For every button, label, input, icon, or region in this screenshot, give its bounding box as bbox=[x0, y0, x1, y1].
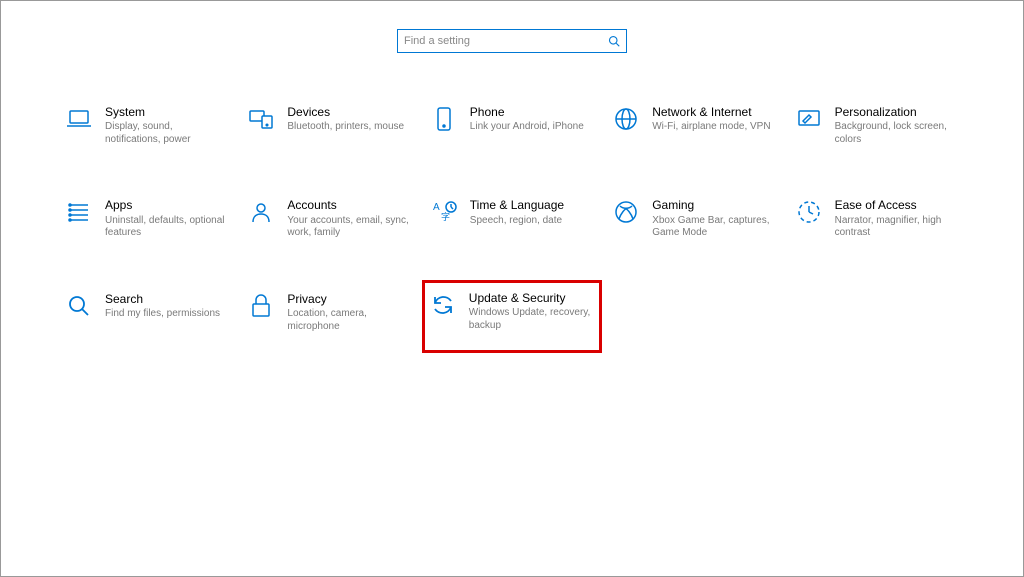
tile-desc: Xbox Game Bar, captures, Game Mode bbox=[652, 215, 776, 240]
tile-ease-of-access[interactable]: Ease of Access Narrator, magnifier, high… bbox=[791, 194, 963, 243]
tile-desc: Wi-Fi, airplane mode, VPN bbox=[652, 121, 776, 134]
tile-devices[interactable]: Devices Bluetooth, printers, mouse bbox=[243, 101, 415, 150]
tile-desc: Background, lock screen, colors bbox=[835, 121, 959, 146]
sync-icon bbox=[429, 291, 457, 319]
tile-desc: Narrator, magnifier, high contrast bbox=[835, 215, 959, 240]
search-input[interactable] bbox=[404, 35, 608, 47]
tile-title: Gaming bbox=[652, 198, 776, 212]
tile-title: Apps bbox=[105, 198, 229, 212]
tile-accounts[interactable]: Accounts Your accounts, email, sync, wor… bbox=[243, 194, 415, 243]
tile-update-security[interactable]: Update & Security Windows Update, recove… bbox=[422, 280, 602, 353]
tile-title: Time & Language bbox=[470, 198, 594, 212]
svg-text:A: A bbox=[433, 202, 440, 213]
tile-desc: Your accounts, email, sync, work, family bbox=[287, 215, 411, 240]
tile-desc: Windows Update, recovery, backup bbox=[469, 307, 595, 332]
magnifier-icon bbox=[65, 292, 93, 320]
tile-title: Phone bbox=[470, 105, 594, 119]
person-icon bbox=[247, 198, 275, 226]
tile-title: Devices bbox=[287, 105, 411, 119]
tile-title: System bbox=[105, 105, 229, 119]
tile-gaming[interactable]: Gaming Xbox Game Bar, captures, Game Mod… bbox=[608, 194, 780, 243]
tile-personalization[interactable]: Personalization Background, lock screen,… bbox=[791, 101, 963, 150]
tile-title: Update & Security bbox=[469, 291, 595, 305]
settings-grid: System Display, sound, notifications, po… bbox=[61, 101, 963, 337]
tile-phone[interactable]: Phone Link your Android, iPhone bbox=[426, 101, 598, 150]
tile-desc: Uninstall, defaults, optional features bbox=[105, 215, 229, 240]
time-language-icon: A 字 bbox=[430, 198, 458, 226]
laptop-icon bbox=[65, 105, 93, 133]
devices-icon bbox=[247, 105, 275, 133]
ease-icon bbox=[795, 198, 823, 226]
tile-title: Search bbox=[105, 292, 229, 306]
tile-title: Ease of Access bbox=[835, 198, 959, 212]
xbox-icon bbox=[612, 198, 640, 226]
tile-privacy[interactable]: Privacy Location, camera, microphone bbox=[243, 288, 415, 337]
tile-apps[interactable]: Apps Uninstall, defaults, optional featu… bbox=[61, 194, 233, 243]
tile-network[interactable]: Network & Internet Wi-Fi, airplane mode,… bbox=[608, 101, 780, 150]
lock-icon bbox=[247, 292, 275, 320]
tile-desc: Link your Android, iPhone bbox=[470, 121, 594, 134]
svg-text:字: 字 bbox=[441, 211, 450, 222]
tile-system[interactable]: System Display, sound, notifications, po… bbox=[61, 101, 233, 150]
tile-title: Accounts bbox=[287, 198, 411, 212]
tile-time-language[interactable]: A 字 Time & Language Speech, region, date bbox=[426, 194, 598, 243]
phone-icon bbox=[430, 105, 458, 133]
apps-icon bbox=[65, 198, 93, 226]
tile-desc: Location, camera, microphone bbox=[287, 308, 411, 333]
search-icon bbox=[608, 35, 620, 47]
tile-desc: Display, sound, notifications, power bbox=[105, 121, 229, 146]
tile-desc: Find my files, permissions bbox=[105, 308, 229, 321]
pencil-icon bbox=[795, 105, 823, 133]
tile-title: Network & Internet bbox=[652, 105, 776, 119]
tile-desc: Bluetooth, printers, mouse bbox=[287, 121, 411, 134]
tile-title: Privacy bbox=[287, 292, 411, 306]
tile-search[interactable]: Search Find my files, permissions bbox=[61, 288, 233, 337]
globe-icon bbox=[612, 105, 640, 133]
search-box[interactable] bbox=[397, 29, 627, 53]
tile-title: Personalization bbox=[835, 105, 959, 119]
tile-desc: Speech, region, date bbox=[470, 215, 594, 228]
